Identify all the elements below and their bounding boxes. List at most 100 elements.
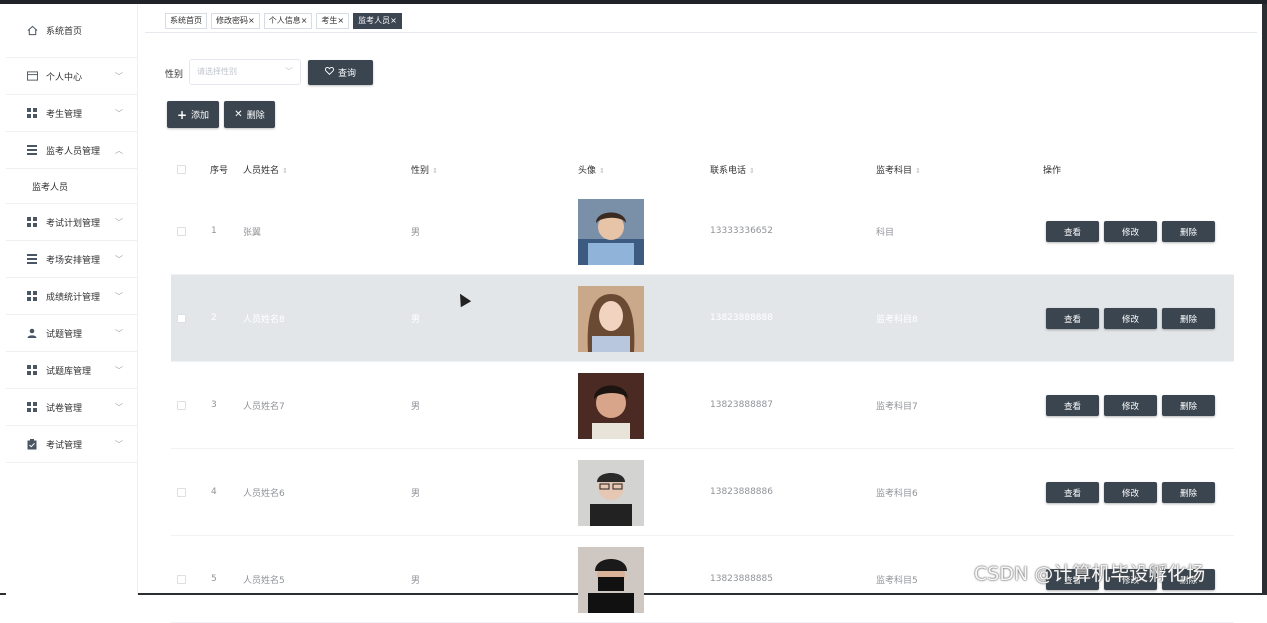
sort-icon[interactable]: ⇕ xyxy=(749,167,755,175)
grid-icon xyxy=(26,290,38,302)
sidebar-item-exam-plan[interactable]: 考试计划管理 ﹀ xyxy=(6,204,137,241)
header-subject[interactable]: 监考科目⇕ xyxy=(876,163,921,176)
header-name[interactable]: 人员姓名⇕ xyxy=(243,163,288,176)
edit-button[interactable]: 修改 xyxy=(1104,308,1157,329)
view-button-label: 查看 xyxy=(1064,313,1081,325)
edit-button[interactable]: 修改 xyxy=(1104,395,1157,416)
cell-name: 人员姓名8 xyxy=(243,312,285,325)
sidebar-item-label: 试题库管理 xyxy=(46,364,91,377)
card-icon xyxy=(26,70,38,82)
close-icon[interactable]: × xyxy=(337,16,344,25)
tab-label: 个人信息 xyxy=(269,16,301,25)
row-checkbox[interactable] xyxy=(177,401,186,410)
delete-row-button[interactable]: 删除 xyxy=(1162,308,1215,329)
avatar xyxy=(578,460,644,526)
sidebar-item-exams[interactable]: 考试管理 ﹀ xyxy=(6,426,137,463)
heart-icon xyxy=(325,67,334,78)
edit-button[interactable]: 修改 xyxy=(1104,482,1157,503)
close-icon[interactable]: × xyxy=(248,16,255,25)
tab-proctors[interactable]: 监考人员× xyxy=(353,13,402,29)
delete-row-button[interactable]: 删除 xyxy=(1162,482,1215,503)
select-placeholder: 请选择性别 xyxy=(197,67,237,76)
home-icon xyxy=(26,25,38,37)
sidebar-subitem-proctors[interactable]: 监考人员 xyxy=(6,169,137,204)
cell-name: 人员姓名7 xyxy=(243,399,285,412)
cell-phone: 13823888886 xyxy=(710,487,773,497)
sort-icon[interactable]: ⇕ xyxy=(432,167,438,175)
edit-button[interactable]: 修改 xyxy=(1104,221,1157,242)
table-row[interactable]: 1 张翼 男 13333336652 科目 查看 修改 删除 xyxy=(171,188,1234,275)
sidebar-item-label: 个人中心 xyxy=(46,70,82,83)
select-all-checkbox[interactable] xyxy=(177,165,186,174)
sidebar-item-profile[interactable]: 个人中心 ﹀ xyxy=(6,58,137,95)
tab-label: 考生 xyxy=(321,16,337,25)
sort-icon[interactable]: ⇕ xyxy=(599,167,605,175)
table-row[interactable]: 3 人员姓名7 男 13823888887 监考科目7 查看 修改 删除 xyxy=(171,362,1234,449)
watermark: CSDN @计算机毕设孵化场 xyxy=(974,559,1205,586)
list-icon xyxy=(26,144,38,156)
chevron-down-icon: ﹀ xyxy=(115,328,123,339)
header-label: 人员姓名 xyxy=(243,166,279,176)
sidebar-item-proctor-management[interactable]: 监考人员管理 ︿ xyxy=(6,132,137,169)
delete-row-button[interactable]: 删除 xyxy=(1162,221,1215,242)
header-label: 监考科目 xyxy=(876,166,912,176)
chevron-down-icon: ﹀ xyxy=(115,439,123,450)
row-checkbox[interactable] xyxy=(177,227,186,236)
plus-icon: + xyxy=(177,110,187,120)
cell-no: 4 xyxy=(211,487,217,497)
tab-change-password[interactable]: 修改密码× xyxy=(211,13,260,29)
table-row[interactable]: 2 人员姓名8 男 13823888888 监考科目8 查看 修改 删除 xyxy=(171,275,1234,362)
tab-students[interactable]: 考生× xyxy=(316,13,349,29)
view-button[interactable]: 查看 xyxy=(1046,221,1099,242)
sidebar-item-label: 考试计划管理 xyxy=(46,216,100,229)
header-gender[interactable]: 性别⇕ xyxy=(411,163,438,176)
view-button[interactable]: 查看 xyxy=(1046,482,1099,503)
header-avatar[interactable]: 头像⇕ xyxy=(578,163,605,176)
header-no[interactable]: 序号 xyxy=(210,163,228,176)
header-phone[interactable]: 联系电话⇕ xyxy=(710,163,755,176)
sidebar-item-label: 考试管理 xyxy=(46,438,82,451)
gender-select[interactable]: 请选择性别 ﹀ xyxy=(189,59,301,85)
sidebar-item-room-arrangement[interactable]: 考场安排管理 ﹀ xyxy=(6,241,137,278)
close-icon[interactable]: × xyxy=(301,16,308,25)
view-button[interactable]: 查看 xyxy=(1046,395,1099,416)
sort-icon[interactable]: ⇕ xyxy=(915,167,921,175)
close-icon: ✕ xyxy=(234,109,242,120)
view-button-label: 查看 xyxy=(1064,226,1081,238)
sidebar-item-papers[interactable]: 试卷管理 ﹀ xyxy=(6,389,137,426)
sidebar-item-home[interactable]: 系统首页 xyxy=(6,4,137,58)
avatar xyxy=(578,373,644,439)
scrollbar[interactable] xyxy=(1262,4,1267,595)
tab-label: 监考人员 xyxy=(358,16,390,25)
sidebar-item-question-bank[interactable]: 试题库管理 ﹀ xyxy=(6,352,137,389)
cell-no: 5 xyxy=(211,574,217,584)
header-label: 联系电话 xyxy=(710,166,746,176)
row-checkbox[interactable] xyxy=(177,488,186,497)
tab-personal-info[interactable]: 个人信息× xyxy=(264,13,313,29)
delete-button[interactable]: ✕ 删除 xyxy=(224,101,275,128)
sidebar-item-students[interactable]: 考生管理 ﹀ xyxy=(6,95,137,132)
sort-icon[interactable]: ⇕ xyxy=(282,167,288,175)
cell-gender: 男 xyxy=(411,573,420,586)
cell-name: 人员姓名6 xyxy=(243,486,285,499)
tab-label: 修改密码 xyxy=(216,16,248,25)
add-button[interactable]: + 添加 xyxy=(167,101,219,128)
sidebar-item-score-stats[interactable]: 成绩统计管理 ﹀ xyxy=(6,278,137,315)
cell-phone: 13333336652 xyxy=(710,226,773,236)
chevron-up-icon: ︿ xyxy=(115,145,123,156)
sidebar-item-label: 系统首页 xyxy=(46,24,82,37)
cell-name: 张翼 xyxy=(243,225,261,238)
table-row[interactable]: 4 人员姓名6 男 13823888886 监考科目6 查看 修改 删除 xyxy=(171,449,1234,536)
row-checkbox[interactable] xyxy=(177,314,186,323)
delete-row-button[interactable]: 删除 xyxy=(1162,395,1215,416)
view-button[interactable]: 查看 xyxy=(1046,308,1099,329)
cell-subject: 监考科目7 xyxy=(876,399,918,412)
row-checkbox[interactable] xyxy=(177,575,186,584)
user-icon xyxy=(26,327,38,339)
tab-home[interactable]: 系统首页 xyxy=(165,13,207,29)
view-button-label: 查看 xyxy=(1064,400,1081,412)
query-button[interactable]: 查询 xyxy=(308,60,373,85)
sidebar-item-questions[interactable]: 试题管理 ﹀ xyxy=(6,315,137,352)
close-icon[interactable]: × xyxy=(390,16,397,25)
cell-gender: 男 xyxy=(411,225,420,238)
